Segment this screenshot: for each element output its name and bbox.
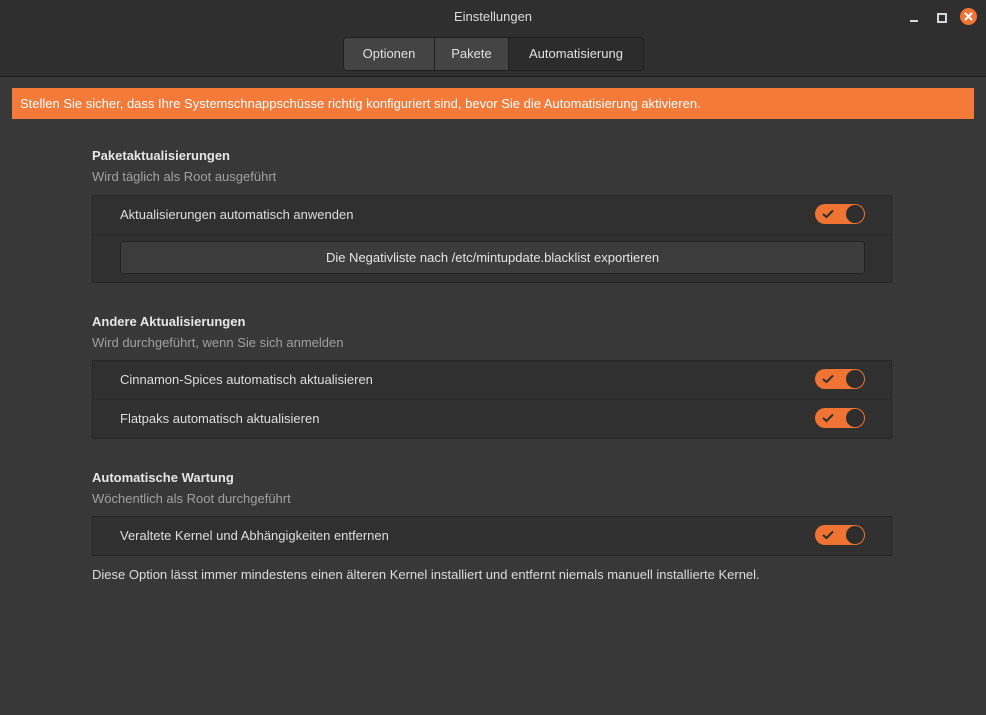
- toggle-knob: [846, 370, 864, 388]
- check-icon: [822, 209, 834, 219]
- toggle-cinnamon-spices[interactable]: [815, 369, 865, 389]
- section-subtitle-maintenance: Wöchentlich als Root durchgeführt: [92, 491, 291, 506]
- other-settings-box: Cinnamon-Spices automatisch aktualisiere…: [92, 360, 892, 439]
- setting-label-cinnamon-spices: Cinnamon-Spices automatisch aktualisiere…: [120, 372, 373, 387]
- section-subtitle-other: Wird durchgeführt, wenn Sie sich anmelde…: [92, 335, 344, 350]
- minimize-icon[interactable]: [905, 8, 923, 26]
- toggle-auto-apply[interactable]: [815, 204, 865, 224]
- toggle-flatpaks[interactable]: [815, 408, 865, 428]
- setting-row-flatpaks: Flatpaks automatisch aktualisieren: [93, 400, 891, 438]
- toggle-knob: [846, 409, 864, 427]
- window-title: Einstellungen: [453, 9, 533, 24]
- setting-label-flatpaks: Flatpaks automatisch aktualisieren: [120, 411, 320, 426]
- tab-optionen[interactable]: Optionen: [344, 38, 435, 70]
- tab-automatisierung[interactable]: Automatisierung: [509, 38, 643, 70]
- setting-row-cinnamon-spices: Cinnamon-Spices automatisch aktualisiere…: [93, 361, 891, 400]
- headerbar: Einstellungen Optionen Pakete Automatisi…: [0, 0, 986, 77]
- toggle-remove-kernels[interactable]: [815, 525, 865, 545]
- check-icon: [822, 413, 834, 423]
- setting-row-remove-kernels: Veraltete Kernel und Abhängigkeiten entf…: [93, 517, 891, 555]
- warning-banner: Stellen Sie sicher, dass Ihre Systemschn…: [12, 88, 974, 119]
- package-settings-box: Aktualisierungen automatisch anwenden Di…: [92, 195, 892, 283]
- section-title-other: Andere Aktualisierungen: [92, 314, 246, 329]
- check-icon: [822, 530, 834, 540]
- maximize-icon[interactable]: [932, 8, 950, 26]
- close-icon[interactable]: [960, 8, 977, 25]
- toggle-knob: [846, 526, 864, 544]
- tab-pakete[interactable]: Pakete: [435, 38, 509, 70]
- export-row: Die Negativliste nach /etc/mintupdate.bl…: [93, 235, 891, 283]
- section-title-maintenance: Automatische Wartung: [92, 470, 234, 485]
- check-icon: [822, 374, 834, 384]
- maintenance-settings-box: Veraltete Kernel und Abhängigkeiten entf…: [92, 516, 892, 556]
- setting-row-auto-apply: Aktualisierungen automatisch anwenden: [93, 196, 891, 235]
- setting-label-remove-kernels: Veraltete Kernel und Abhängigkeiten entf…: [120, 528, 389, 543]
- setting-label-auto-apply: Aktualisierungen automatisch anwenden: [120, 207, 354, 222]
- section-title-package: Paketaktualisierungen: [92, 148, 230, 163]
- toggle-knob: [846, 205, 864, 223]
- export-blacklist-button[interactable]: Die Negativliste nach /etc/mintupdate.bl…: [120, 241, 865, 274]
- section-subtitle-package: Wird täglich als Root ausgeführt: [92, 169, 277, 184]
- tab-bar: Optionen Pakete Automatisierung: [343, 37, 644, 71]
- maintenance-note: Diese Option lässt immer mindestens eine…: [92, 567, 760, 582]
